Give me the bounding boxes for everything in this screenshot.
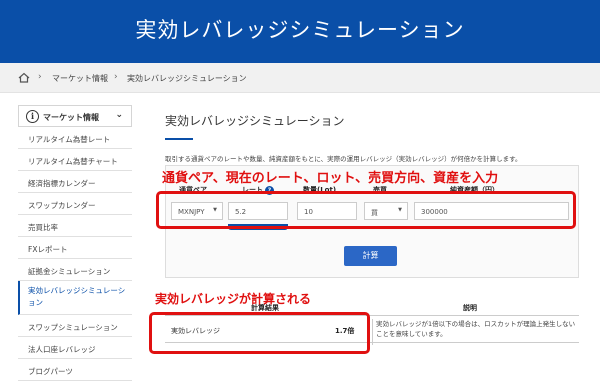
sidebar-item-realtime-chart[interactable]: リアルタイム為替チャート <box>18 149 132 171</box>
input-callout-text: 通貨ペア、現在のレート、ロット、売買方向、資産を入力 <box>162 171 499 186</box>
input-highlight-box <box>156 191 576 229</box>
sidebar-item-economic-calendar[interactable]: 経済指標カレンダー <box>18 171 132 193</box>
info-icon: i <box>26 110 39 123</box>
result-row-note: 実効レバレッジが1倍以下の場合は、ロスカットが理論上発生しないことを意味していま… <box>372 319 579 345</box>
sidebar-item-fx-report[interactable]: FXレポート <box>18 237 132 259</box>
sidebar-item-margin-simulation[interactable]: 証拠金シミュレーション <box>18 259 132 281</box>
chevron-right-icon: › <box>114 72 118 82</box>
result-highlight-box <box>149 312 370 354</box>
title-underline <box>165 138 193 140</box>
sidebar-item-corporate-leverage[interactable]: 法人口座レバレッジ <box>18 337 132 359</box>
breadcrumb: › マーケット情報 › 実効レバレッジシミュレーション <box>0 63 600 93</box>
sidebar-item-effective-leverage[interactable]: 実効レバレッジシミュレーション <box>18 281 132 315</box>
chevron-right-icon: › <box>38 72 42 82</box>
header-title: 実効レバレッジシミュレーション <box>135 18 465 42</box>
sidebar: i マーケット情報 ⌄ リアルタイム為替レート リアルタイム為替チャート 経済指… <box>18 105 132 381</box>
calculate-button[interactable]: 計算 <box>344 246 397 266</box>
sidebar-item-swap-simulation[interactable]: スワップシミュレーション <box>18 315 132 337</box>
sidebar-item-swap-calendar[interactable]: スワップカレンダー <box>18 193 132 215</box>
breadcrumb-link-market-info[interactable]: マーケット情報 <box>52 73 108 84</box>
chevron-down-icon: ⌄ <box>115 110 123 120</box>
note-column-header: 説明 <box>463 304 477 312</box>
breadcrumb-current: 実効レバレッジシミュレーション <box>127 74 247 83</box>
result-callout-text: 実効レバレッジが計算される <box>155 292 312 306</box>
sidebar-item-realtime-rate[interactable]: リアルタイム為替レート <box>18 127 132 149</box>
sidebar-heading[interactable]: i マーケット情報 ⌄ <box>18 105 132 127</box>
page-title: 実効レバレッジシミュレーション <box>165 114 345 128</box>
home-icon[interactable] <box>18 72 30 83</box>
sidebar-item-trade-ratio[interactable]: 売買比率 <box>18 215 132 237</box>
sidebar-item-blog-parts[interactable]: ブログパーツ <box>18 359 132 381</box>
main-content: 実効レバレッジシミュレーション 取引する通貨ペアのレートや数量、純資産額をもとに… <box>165 105 590 345</box>
sidebar-heading-label: マーケット情報 <box>43 113 99 122</box>
page-description: 取引する通貨ペアのレートや数量、純資産額をもとに、実際の運用レバレッジ（実効レバ… <box>165 155 522 163</box>
page-header-banner: 実効レバレッジシミュレーション <box>0 0 600 63</box>
